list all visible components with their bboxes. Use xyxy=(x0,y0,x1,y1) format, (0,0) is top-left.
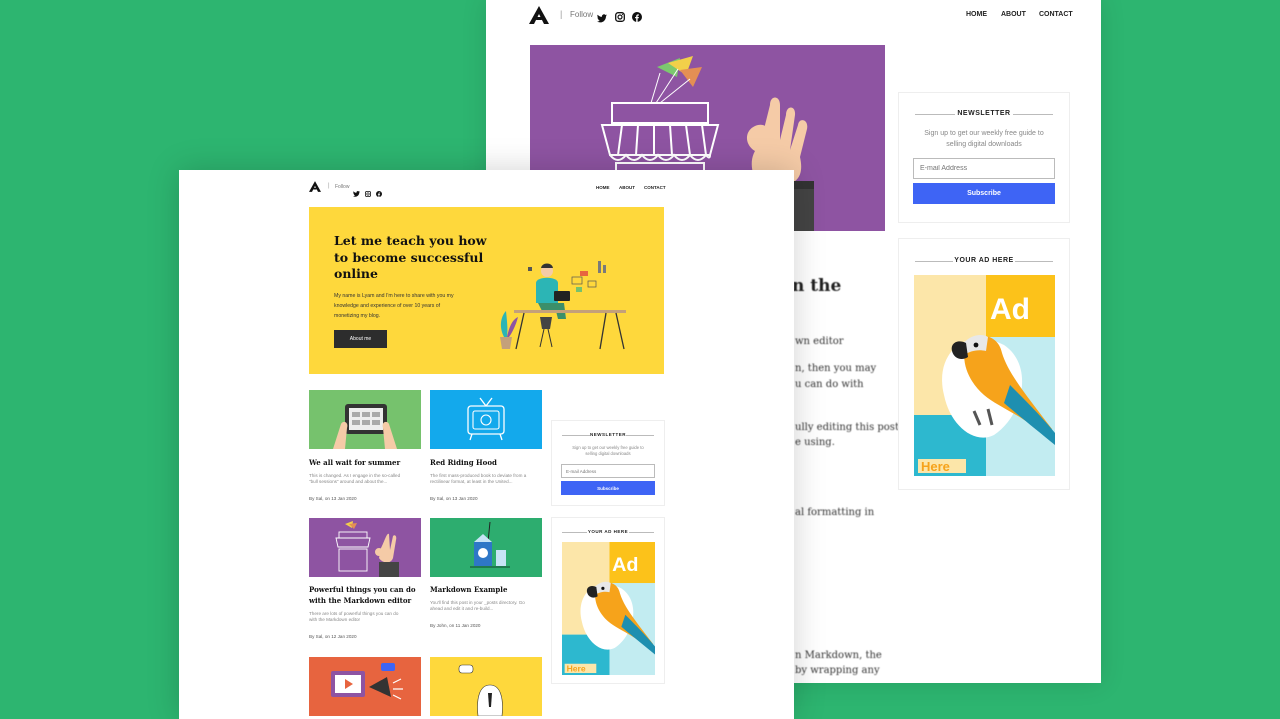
header-divider: | xyxy=(560,9,563,19)
follow-label: Follow xyxy=(335,184,350,190)
ad-image[interactable]: Ad Here xyxy=(562,542,655,675)
article-line: wn editor xyxy=(795,336,844,347)
hero-title: Let me teach you how to become successfu… xyxy=(334,233,487,281)
facebook-icon[interactable] xyxy=(376,184,382,202)
newsletter-title: NEWSLETTER xyxy=(899,110,1069,117)
post-title[interactable]: We all wait for summer xyxy=(309,458,400,469)
post-card[interactable]: We all wait for summer This is changed. … xyxy=(309,390,421,508)
ad-widget: YOUR AD HERE Ad Here xyxy=(898,238,1070,490)
header-divider: | xyxy=(328,183,330,189)
ad-widget: YOUR AD HERE Ad Here xyxy=(551,517,665,684)
post-meta: By Sal, on 13 Jan 2020 xyxy=(309,496,357,501)
article-line: u can do with xyxy=(795,379,864,390)
logo-icon[interactable] xyxy=(529,6,549,24)
newsletter-text: Sign up to get our weekly free guide to … xyxy=(924,130,1044,148)
email-field[interactable] xyxy=(561,464,655,478)
ad-here: Here xyxy=(921,459,950,474)
ad-here: Here xyxy=(567,664,586,674)
article-line: ully editing this post xyxy=(795,422,899,433)
article-line: by wrapping any xyxy=(795,665,880,676)
hero-banner: Let me teach you how to become successfu… xyxy=(309,207,664,374)
post-excerpt: You'll find this post in your _posts dir… xyxy=(430,600,525,612)
post-thumbnail[interactable] xyxy=(430,657,542,716)
hero-text: My name is Lyam and I'm here to share wi… xyxy=(334,293,454,320)
post-title[interactable]: Markdown Example xyxy=(430,585,507,596)
newsletter-widget: NEWSLETTER Sign up to get our weekly fre… xyxy=(551,420,665,506)
post-thumbnail xyxy=(430,518,542,577)
post-thumbnail xyxy=(430,390,542,449)
article-line: n, then you may xyxy=(795,363,877,374)
twitter-icon[interactable] xyxy=(597,10,607,28)
ad-title: YOUR AD HERE xyxy=(899,257,1069,264)
facebook-icon[interactable] xyxy=(632,9,642,27)
post-title[interactable]: Powerful things you can do with the Mark… xyxy=(309,585,416,606)
about-me-button[interactable]: About me xyxy=(334,330,387,348)
front-browser-window: | Follow HOME ABOUT CONTACT Let me teach… xyxy=(179,170,794,719)
post-meta: By John, on 11 Jan 2020 xyxy=(430,623,481,628)
ad-word: Ad xyxy=(612,554,638,576)
instagram-icon[interactable] xyxy=(365,184,371,202)
article-line: e using. xyxy=(795,437,835,448)
newsletter-widget: NEWSLETTER Sign up to get our weekly fre… xyxy=(898,92,1070,223)
subscribe-button[interactable]: Subscribe xyxy=(561,481,655,495)
post-excerpt: There are lots of powerful things you ca… xyxy=(309,611,399,623)
ad-title: YOUR AD HERE xyxy=(552,529,664,534)
post-card[interactable]: Red Riding Hood The first mass-produced … xyxy=(430,390,542,508)
logo-icon[interactable] xyxy=(309,181,321,192)
twitter-icon[interactable] xyxy=(353,184,360,202)
post-meta: By Sal, on 12 Jan 2020 xyxy=(309,634,357,639)
post-thumbnail[interactable] xyxy=(309,657,421,716)
post-excerpt: This is changed. As I engage in the so-c… xyxy=(309,473,401,485)
instagram-icon[interactable] xyxy=(615,9,625,27)
article-line: al formatting in xyxy=(795,507,875,518)
article-title-fragment: n the xyxy=(792,276,842,296)
ad-image[interactable]: Ad Here xyxy=(914,275,1055,476)
newsletter-title: NEWSLETTER xyxy=(552,432,664,437)
newsletter-text: Sign up to get our weekly free guide to … xyxy=(572,445,644,457)
nav-about[interactable]: ABOUT xyxy=(619,185,635,190)
nav-home[interactable]: HOME xyxy=(966,11,987,18)
post-thumbnail xyxy=(309,518,421,577)
subscribe-button[interactable]: Subscribe xyxy=(913,183,1055,204)
nav-about[interactable]: ABOUT xyxy=(1001,11,1026,18)
nav-contact[interactable]: CONTACT xyxy=(644,185,666,190)
nav-home[interactable]: HOME xyxy=(596,185,610,190)
hero-illustration xyxy=(500,261,626,350)
email-field[interactable] xyxy=(913,158,1055,179)
nav-contact[interactable]: CONTACT xyxy=(1039,11,1073,18)
post-card[interactable]: Powerful things you can do with the Mark… xyxy=(309,518,421,644)
post-thumbnail xyxy=(309,390,421,449)
ad-word: Ad xyxy=(990,293,1030,326)
post-title[interactable]: Red Riding Hood xyxy=(430,458,497,469)
follow-label: Follow xyxy=(570,10,594,19)
post-meta: By Sal, on 13 Jan 2020 xyxy=(430,496,478,501)
post-excerpt: The first mass-produced book to deviate … xyxy=(430,473,527,485)
post-card[interactable]: Markdown Example You'll find this post i… xyxy=(430,518,542,636)
article-line: n Markdown, the xyxy=(795,650,882,661)
